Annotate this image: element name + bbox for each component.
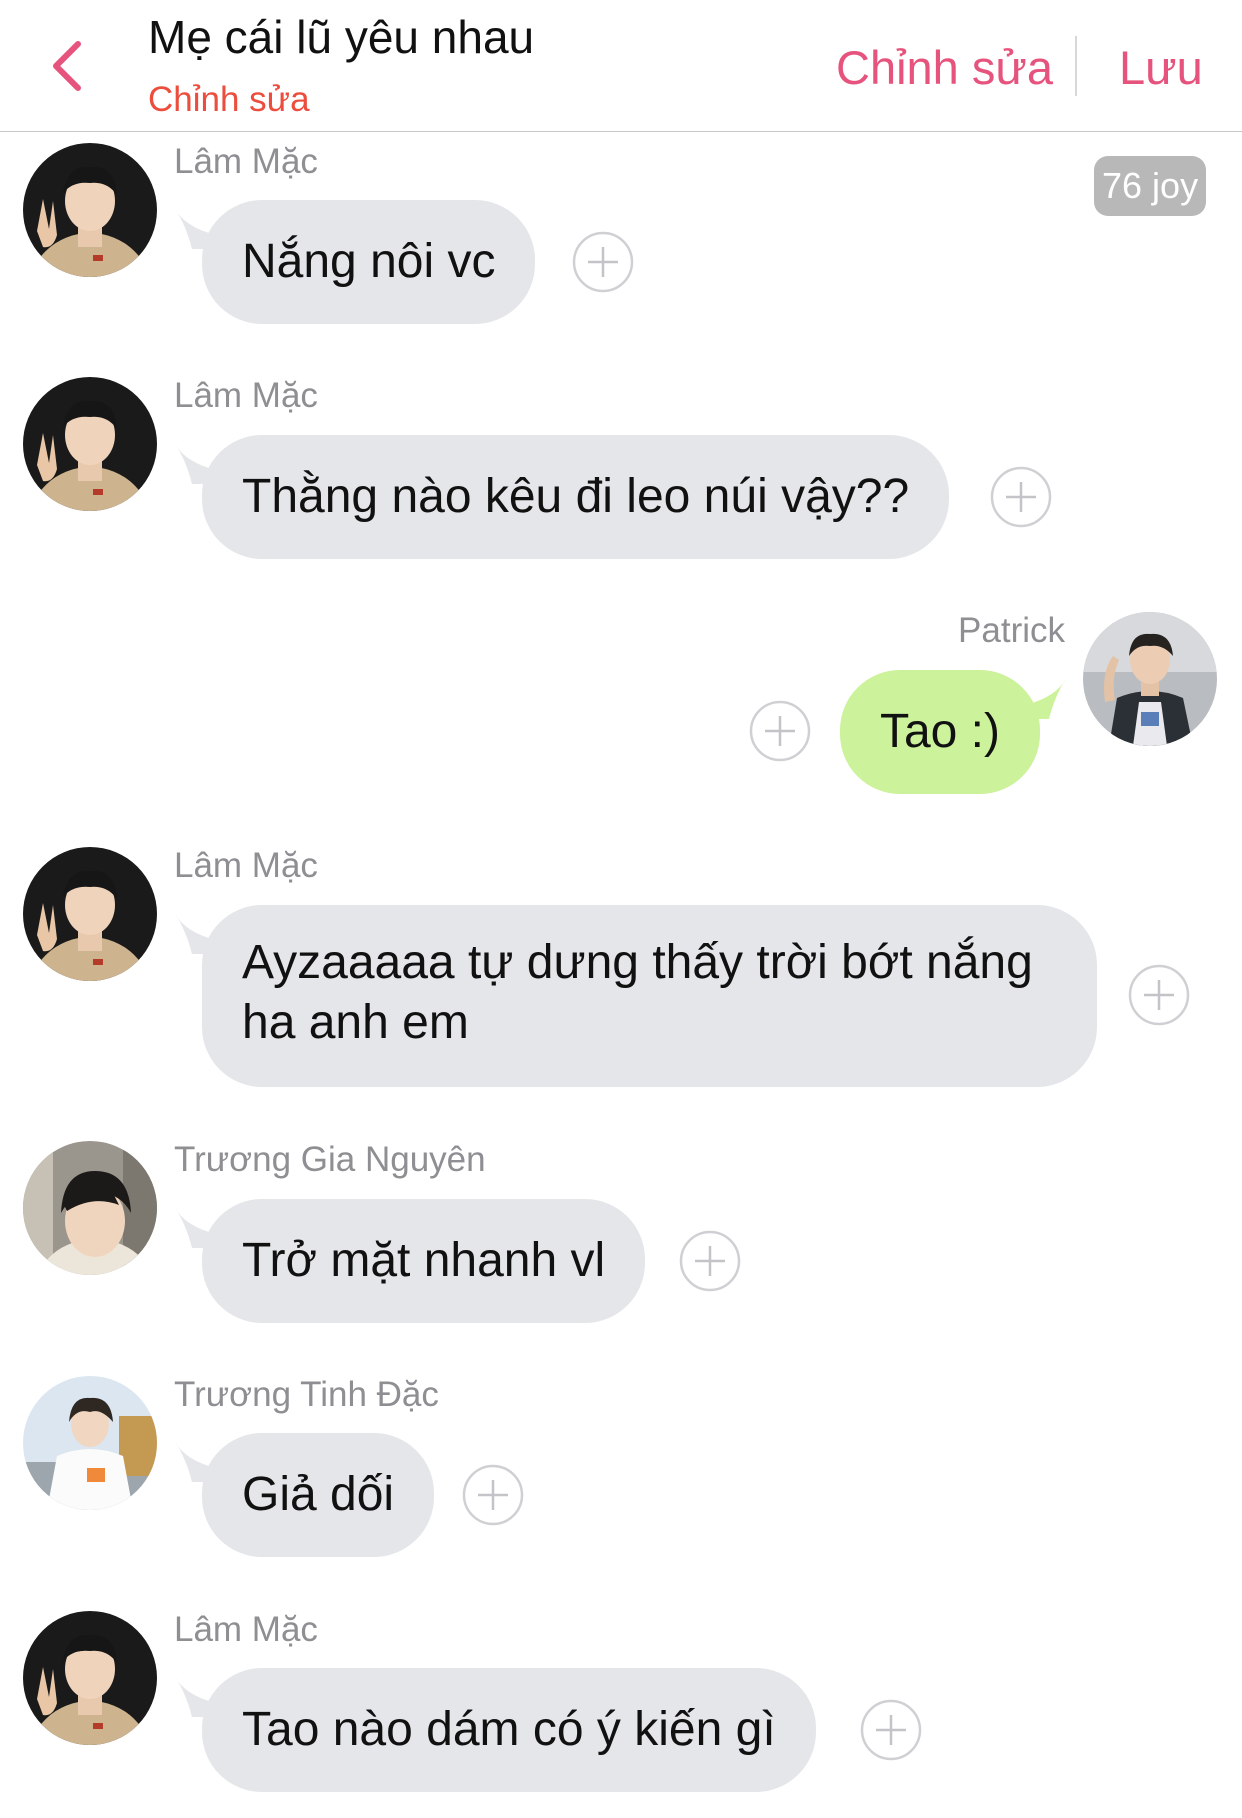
chevron-left-icon bbox=[53, 41, 81, 91]
avatar[interactable] bbox=[23, 1611, 157, 1745]
chat-subtitle[interactable]: Chỉnh sửa bbox=[148, 80, 310, 120]
sender-name: Trương Gia Nguyên bbox=[174, 1140, 486, 1179]
sender-name: Lâm Mặc bbox=[174, 1610, 318, 1649]
message-text-line: Ayzaaaaa tự dưng thấy trời bớt nắng bbox=[242, 936, 1033, 989]
add-reaction-icon[interactable] bbox=[462, 1464, 524, 1526]
add-reaction-icon[interactable] bbox=[990, 466, 1052, 528]
sender-name: Trương Tinh Đặc bbox=[174, 1375, 439, 1414]
add-reaction-icon[interactable] bbox=[679, 1230, 741, 1292]
sender-name: Lâm Mặc bbox=[174, 846, 318, 885]
message-bubble[interactable]: Trở mặt nhanh vl bbox=[202, 1199, 646, 1323]
back-button[interactable] bbox=[40, 38, 96, 94]
avatar[interactable] bbox=[23, 1141, 157, 1275]
sender-name: Lâm Mặc bbox=[174, 376, 318, 415]
avatar[interactable] bbox=[23, 143, 157, 277]
message-bubble[interactable]: Thằng nào kêu đi leo núi vậy?? bbox=[202, 435, 950, 559]
message-bubble[interactable]: Tao nào dám có ý kiến gì bbox=[202, 1668, 816, 1792]
message-text-line: ha anh em bbox=[242, 996, 469, 1049]
message-bubble[interactable]: Ayzaaaaa tự dưng thấy trời bớt nắng ha a… bbox=[202, 905, 1097, 1087]
sender-name: Lâm Mặc bbox=[174, 142, 318, 181]
avatar[interactable] bbox=[23, 847, 157, 981]
chat-title: Mẹ cái lũ yêu nhau bbox=[148, 11, 535, 63]
avatar[interactable] bbox=[1083, 612, 1217, 746]
message-bubble[interactable]: Nắng nôi vc bbox=[202, 200, 536, 324]
edit-button[interactable]: Chỉnh sửa bbox=[836, 40, 1053, 95]
add-reaction-icon[interactable] bbox=[860, 1699, 922, 1761]
joy-badge: 76 joy bbox=[1094, 156, 1207, 216]
chat-header: Mẹ cái lũ yêu nhau Chỉnh sửa Chỉnh sửa L… bbox=[0, 0, 1242, 132]
add-reaction-icon[interactable] bbox=[1128, 964, 1190, 1026]
header-divider bbox=[1075, 36, 1077, 96]
message-bubble[interactable]: Giả dối bbox=[202, 1433, 435, 1557]
avatar[interactable] bbox=[23, 1376, 157, 1510]
save-button[interactable]: Lưu bbox=[1119, 40, 1203, 95]
sender-name: Patrick bbox=[958, 611, 1065, 650]
message-bubble[interactable]: Tao :) bbox=[839, 670, 1040, 794]
add-reaction-icon[interactable] bbox=[749, 700, 811, 762]
add-reaction-icon[interactable] bbox=[572, 231, 634, 293]
avatar[interactable] bbox=[23, 377, 157, 511]
